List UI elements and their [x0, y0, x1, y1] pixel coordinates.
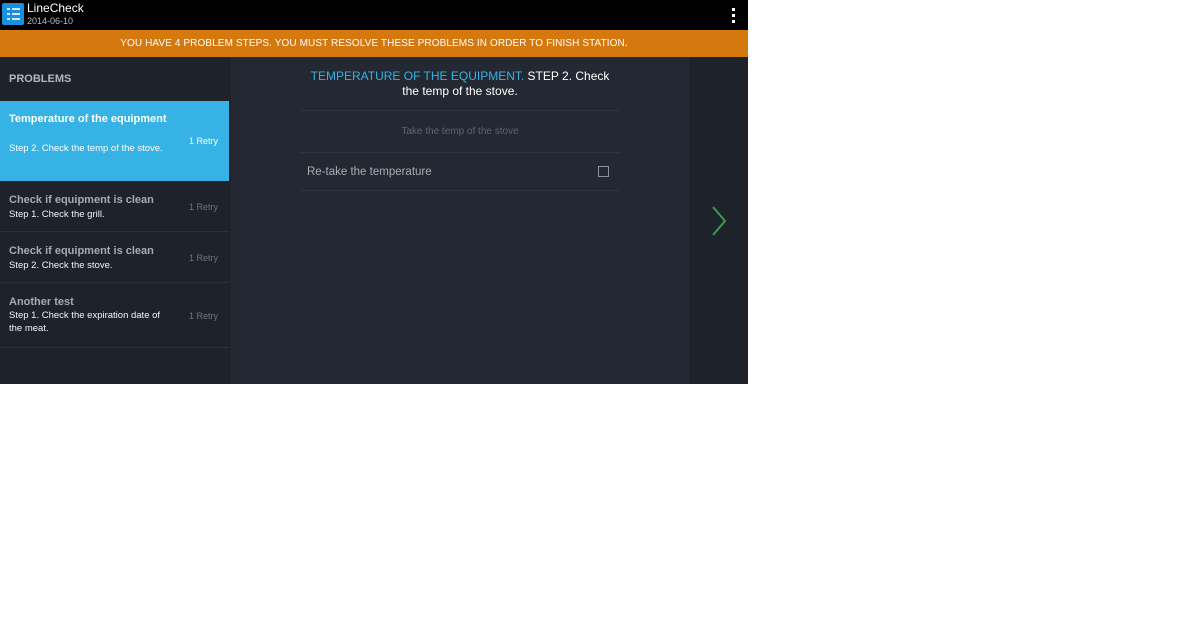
retry-count: 1 Retry — [188, 253, 218, 263]
retry-count: 1 Retry — [188, 136, 218, 146]
problem-item-step: Step 1. Check the grill. — [9, 209, 105, 220]
task-label: Re-take the temperature — [307, 166, 432, 178]
app-title: LineCheck — [27, 1, 84, 15]
task-row-retake-temperature[interactable]: Re-take the temperature — [300, 153, 620, 190]
problem-item[interactable]: Check if equipment is clean Step 2. Chec… — [0, 232, 229, 283]
linecheck-app: LineCheck 2014-06-10 YOU HAVE 4 PROBLEM … — [0, 0, 748, 384]
app-date: 2014-06-10 — [27, 16, 74, 26]
step-instruction: Take the temp of the stove — [401, 126, 519, 137]
problem-item-step: Step 2. Check the stove. — [9, 260, 113, 271]
equipment-name: TEMPERATURE OF THE EQUIPMENT. — [310, 69, 525, 83]
problem-item-title: Check if equipment is clean — [9, 245, 154, 257]
checklist-icon[interactable] — [2, 3, 24, 25]
problems-header: PROBLEMS — [9, 73, 72, 85]
task-checkbox[interactable] — [598, 166, 609, 177]
problem-item[interactable]: Temperature of the equipment Step 2. Che… — [0, 101, 229, 181]
step-card: Take the temp of the stove Re-take the t… — [300, 110, 620, 191]
action-bar: LineCheck 2014-06-10 — [0, 0, 748, 30]
problem-item-title: Temperature of the equipment — [9, 113, 167, 125]
retry-count: 1 Retry — [188, 202, 218, 212]
problem-item-title: Check if equipment is clean — [9, 194, 154, 206]
problem-item[interactable]: Another test Step 1. Check the expiratio… — [0, 283, 229, 348]
chevron-right-icon[interactable] — [709, 205, 731, 237]
problem-item-step: Step 1. Check the expiration date of the… — [9, 310, 161, 334]
next-strip — [689, 57, 748, 384]
step-heading: TEMPERATURE OF THE EQUIPMENT. STEP 2. Ch… — [301, 69, 619, 99]
problem-banner: YOU HAVE 4 PROBLEM STEPS. YOU MUST RESOL… — [0, 30, 748, 57]
step-detail-panel: TEMPERATURE OF THE EQUIPMENT. STEP 2. Ch… — [231, 57, 689, 384]
problem-item-step: Step 2. Check the temp of the stove. — [9, 143, 163, 154]
divider — [300, 190, 620, 191]
problem-list: Temperature of the equipment Step 2. Che… — [0, 101, 229, 348]
more-vert-icon[interactable] — [728, 6, 738, 24]
problems-panel: PROBLEMS Temperature of the equipment St… — [0, 57, 229, 384]
retry-count: 1 Retry — [188, 311, 218, 321]
problem-item[interactable]: Check if equipment is clean Step 1. Chec… — [0, 181, 229, 232]
problem-item-title: Another test — [9, 296, 74, 308]
